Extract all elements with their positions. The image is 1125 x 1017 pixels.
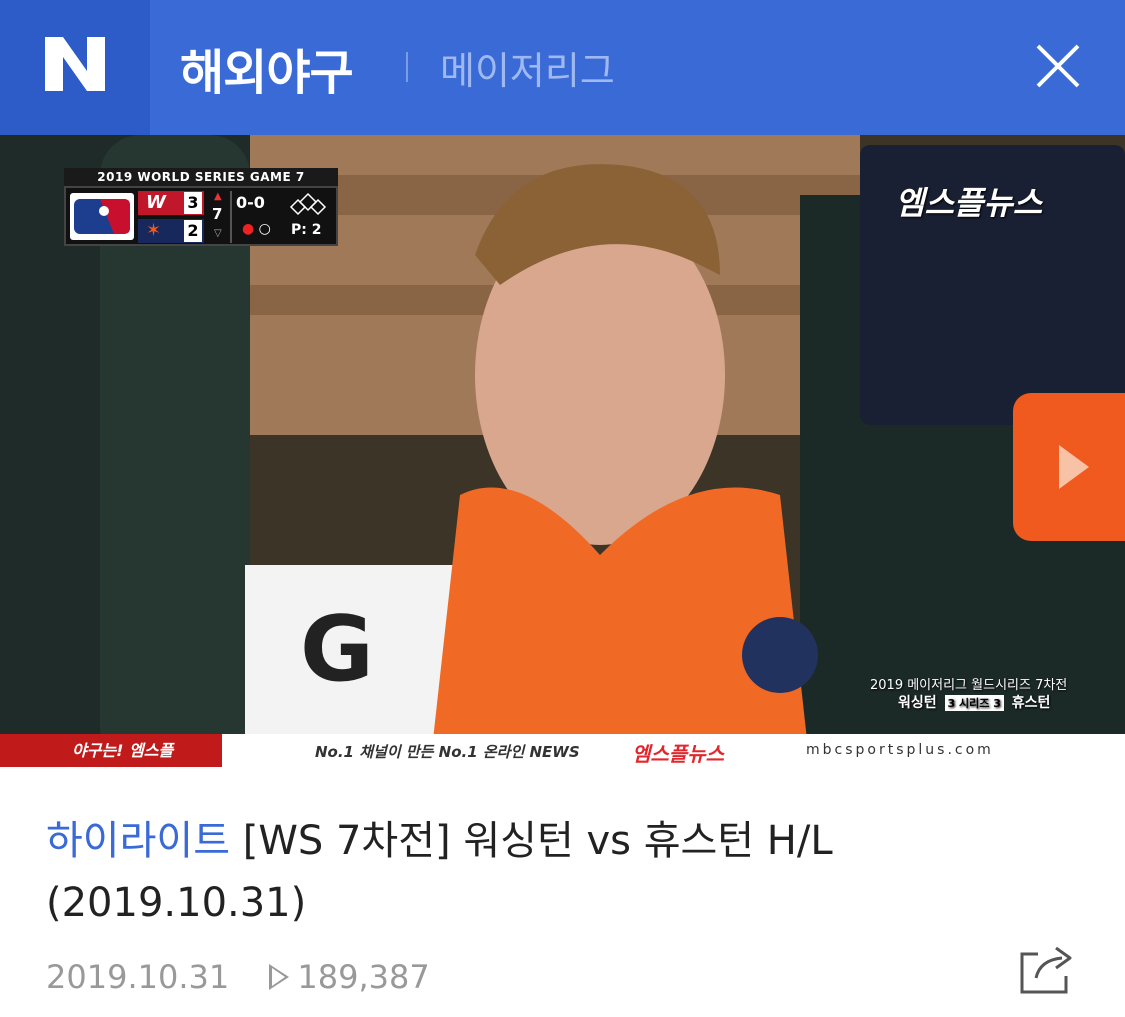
top-header: 해외야구 메이저리그 bbox=[0, 0, 1125, 135]
astros-logo-icon: ✶ bbox=[146, 220, 162, 241]
nationals-row: W 3 bbox=[138, 191, 204, 215]
banner-url: mbcsportsplus.com bbox=[806, 742, 994, 758]
banner-slogan: No.1 채널이 만든 No.1 온라인 NEWS bbox=[315, 743, 580, 761]
share-icon[interactable] bbox=[1016, 940, 1076, 996]
play-icon bbox=[1059, 445, 1089, 489]
nationals-logo-icon: W bbox=[146, 192, 166, 213]
pitch-count: P: 2 bbox=[291, 222, 322, 238]
astros-row: ✶ 2 bbox=[138, 219, 204, 243]
article-category[interactable]: 하이라이트 bbox=[46, 818, 230, 864]
away-score: 3 bbox=[184, 192, 202, 214]
banner-left-logo: 야구는! 엠스플 bbox=[0, 734, 222, 767]
scoreboard: 2019 WORLD SERIES GAME 7 W 3 ✶ 2 ▲ 7 ▽ 0… bbox=[64, 168, 338, 248]
scoreboard-divider bbox=[230, 191, 232, 243]
bases-icon bbox=[289, 192, 327, 216]
article-title: 하이라이트 [WS 7차전] 워싱턴 vs 휴스턴 H/L (2019.10.3… bbox=[46, 810, 1086, 934]
ball-strike-count: 0-0 bbox=[236, 193, 265, 212]
inning-top-arrow-icon: ▲ bbox=[214, 191, 222, 202]
series-badge: 3 시리즈 3 bbox=[944, 695, 1004, 711]
header-divider bbox=[406, 52, 408, 82]
close-icon[interactable] bbox=[1030, 38, 1086, 94]
section-subtitle[interactable]: 메이저리그 bbox=[440, 40, 615, 95]
scoreboard-title: 2019 WORLD SERIES GAME 7 bbox=[64, 168, 338, 186]
video-bottom-banner: 야구는! 엠스플 No.1 채널이 만든 No.1 온라인 NEWS 엠스플뉴스… bbox=[0, 734, 1125, 767]
home-score: 2 bbox=[184, 220, 202, 242]
play-button[interactable] bbox=[1013, 393, 1125, 541]
play-count-icon bbox=[269, 964, 290, 990]
outs-icon: ● ○ bbox=[242, 221, 271, 237]
caption-event: 2019 메이저리그 월드시리즈 7차전 bbox=[870, 678, 1068, 693]
inning-bottom-arrow-icon: ▽ bbox=[214, 228, 222, 239]
naver-logo[interactable] bbox=[0, 0, 150, 135]
mlb-logo-icon bbox=[70, 193, 134, 240]
inning: 7 bbox=[212, 205, 223, 223]
svg-text:G: G bbox=[300, 597, 374, 702]
article-date: 2019.10.31 bbox=[46, 958, 230, 996]
naver-n-icon bbox=[45, 37, 105, 91]
view-count: 189,387 bbox=[269, 958, 430, 996]
view-count-value: 189,387 bbox=[297, 958, 430, 996]
scoreboard-body: W 3 ✶ 2 ▲ 7 ▽ 0-0 ● ○ P: 2 bbox=[64, 186, 338, 246]
article-meta: 2019.10.31 189,387 bbox=[46, 958, 430, 996]
caption-team2: 휴스턴 bbox=[1011, 695, 1051, 711]
caption-series: 워싱턴 3 시리즈 3 휴스턴 bbox=[898, 692, 1050, 712]
banner-news-logo: 엠스플뉴스 bbox=[632, 742, 724, 766]
section-title[interactable]: 해외야구 bbox=[180, 33, 354, 103]
caption-team1: 워싱턴 bbox=[898, 695, 937, 711]
channel-logo: 엠스플뉴스 bbox=[895, 184, 1043, 222]
